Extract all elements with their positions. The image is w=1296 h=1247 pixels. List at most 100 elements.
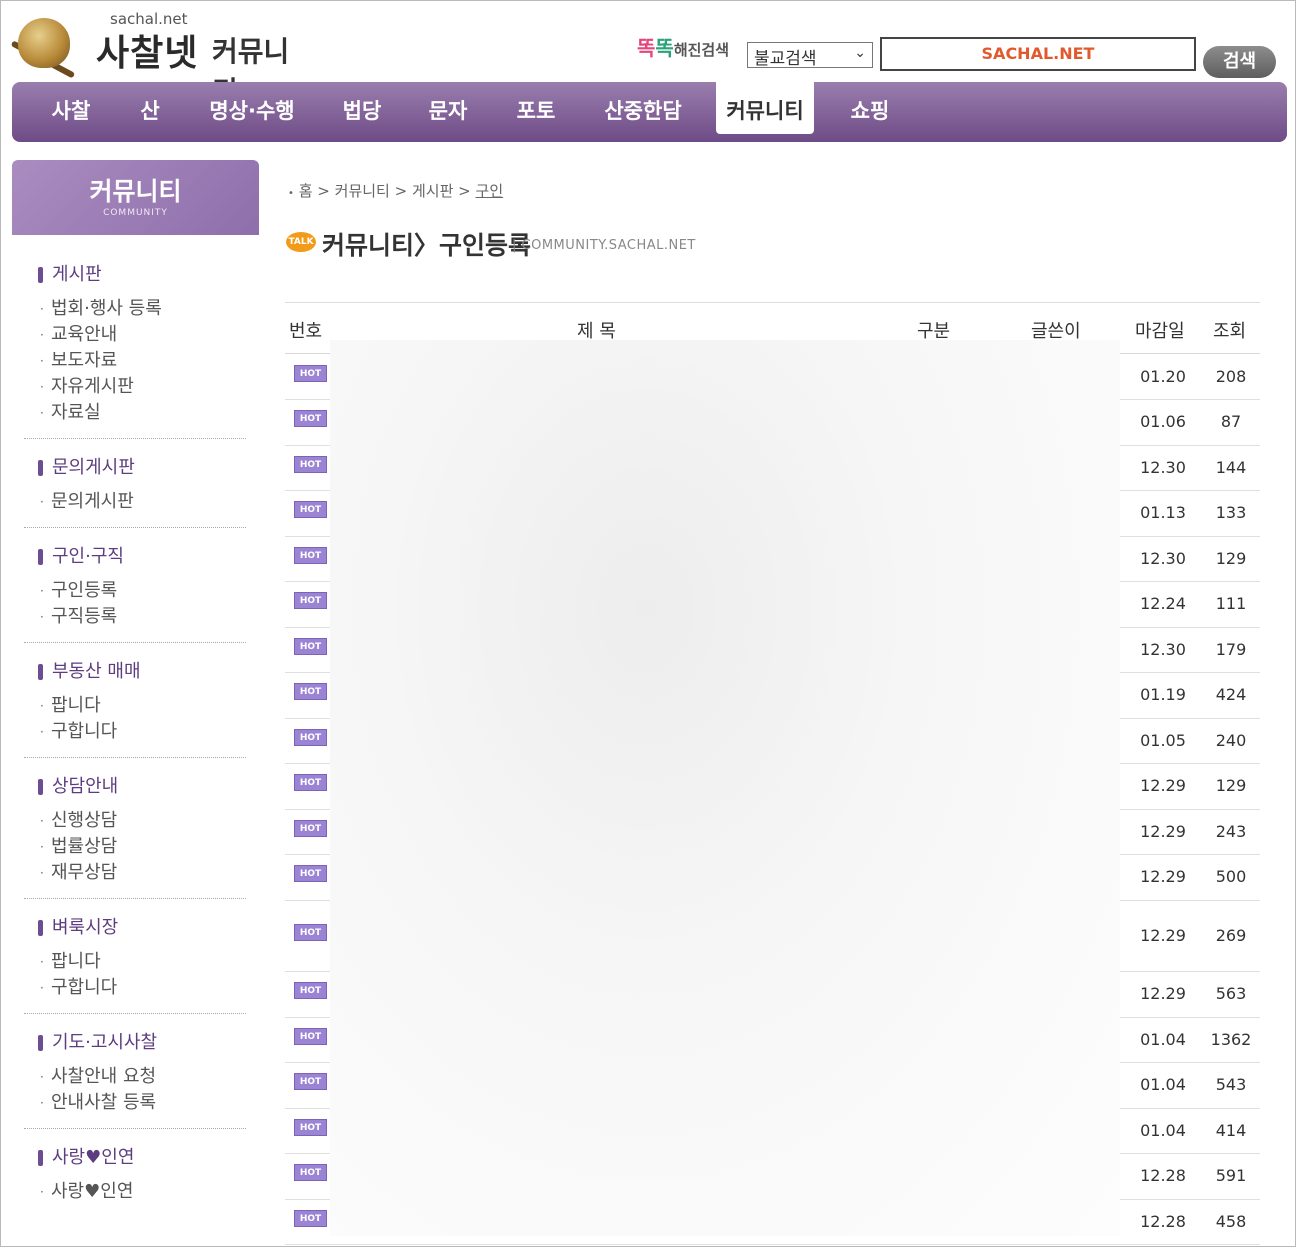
col-header-views: 조회 (1213, 321, 1247, 342)
sidebar-item-temple-register[interactable]: · 안내사찰 등록 (24, 1090, 246, 1116)
hot-badge: HOT (294, 501, 327, 518)
sidebar-item-hiring[interactable]: · 구인등록 (24, 578, 246, 604)
bullet-icon: · (40, 1185, 44, 1199)
breadcrumb-board[interactable]: 게시판 (412, 182, 453, 200)
hot-badge: HOT (294, 638, 327, 655)
views-cell: 543 (1215, 1075, 1247, 1094)
views-cell: 414 (1215, 1121, 1247, 1140)
sidebar-section-title[interactable]: 부동산 매매 (24, 659, 246, 685)
deadline-cell: 12.30 (1140, 458, 1186, 477)
breadcrumb-community[interactable]: 커뮤니티 (335, 182, 390, 200)
views-cell: 500 (1215, 867, 1247, 886)
sidebar-section-real-estate: 부동산 매매 · 팝니다 · 구합니다 (24, 659, 246, 758)
hot-badge: HOT (294, 1119, 327, 1136)
sidebar-item-faith-consult[interactable]: · 신행상담 (24, 808, 246, 834)
sidebar-banner-title: 커뮤니티 (89, 177, 182, 206)
deadline-cell: 12.28 (1140, 1212, 1186, 1231)
nav-item-temple[interactable]: 사찰 (40, 82, 102, 142)
nav-item-text[interactable]: 문자 (420, 82, 476, 142)
sidebar-section-title[interactable]: 기도·고시사찰 (24, 1030, 246, 1056)
views-cell: 111 (1215, 594, 1247, 613)
sidebar-item-selling[interactable]: · 팝니다 (24, 949, 246, 975)
sidebar-item-label: 자료실 (51, 402, 101, 423)
views-cell: 179 (1215, 640, 1247, 659)
sidebar-divider (24, 1013, 246, 1014)
sidebar-item-buying[interactable]: · 구합니다 (24, 719, 246, 745)
search-button[interactable]: 검색 (1203, 46, 1276, 78)
hot-badge: HOT (294, 1164, 327, 1181)
sidebar-item-education[interactable]: · 교육안내 (24, 322, 246, 348)
deadline-cell: 12.30 (1140, 640, 1186, 659)
nav-item-mountain[interactable]: 산 (132, 82, 168, 142)
hot-badge: HOT (294, 365, 327, 382)
sidebar-item-job-seeking[interactable]: · 구직등록 (24, 604, 246, 630)
sidebar-item-dharma-event[interactable]: · 법회·행사 등록 (24, 296, 246, 322)
nav-item-meditation[interactable]: 명상·수행 (202, 82, 302, 142)
views-cell: 563 (1215, 984, 1247, 1003)
sidebar-divider (24, 642, 246, 643)
views-cell: 1362 (1210, 1030, 1252, 1049)
sidebar-section-board: 게시판 · 법회·행사 등록 · 교육안내 · 보도자료 · 자유게시판 · 자료실 (24, 262, 246, 439)
sidebar-section-flea-market: 벼룩시장 · 팝니다 · 구합니다 (24, 915, 246, 1014)
bullet-icon: · (40, 380, 44, 394)
sidebar-divider (24, 1128, 246, 1129)
deadline-cell: 12.30 (1140, 549, 1186, 568)
hot-badge: HOT (294, 1073, 327, 1090)
sidebar-item-press[interactable]: · 보도자료 (24, 348, 246, 374)
sidebar-section-title[interactable]: 벼룩시장 (24, 915, 246, 941)
search-category-select[interactable]: 불교검색 ⌄ (747, 42, 873, 69)
sidebar-divider (24, 438, 246, 439)
nav-item-community[interactable]: 커뮤니티 (716, 82, 814, 134)
sidebar-item-finance-consult[interactable]: · 재무상담 (24, 860, 246, 886)
sidebar-item-buying[interactable]: · 구합니다 (24, 975, 246, 1001)
sidebar-item-selling[interactable]: · 팝니다 (24, 693, 246, 719)
sidebar-item-label: 사랑♥인연 (51, 1181, 134, 1202)
hot-badge: HOT (294, 1210, 327, 1227)
sidebar-item-label: 구직등록 (51, 606, 118, 627)
sidebar-item-archive[interactable]: · 자료실 (24, 400, 246, 426)
deadline-cell: 01.04 (1140, 1075, 1186, 1094)
nav-item-talk[interactable]: 산중한담 (600, 82, 686, 142)
breadcrumb-current[interactable]: 구인 (476, 182, 504, 200)
bullet-icon: · (40, 406, 44, 420)
nav-item-shopping[interactable]: 쇼핑 (844, 82, 896, 142)
chevron-down-icon: ⌄ (854, 45, 866, 61)
main-nav: 사찰 산 명상·수행 법당 문자 포토 산중한담 커뮤니티 쇼핑 (12, 82, 1287, 142)
sidebar-item-inquiry-board[interactable]: · 문의게시판 (24, 489, 246, 515)
bullet-icon: · (40, 584, 44, 598)
hot-badge: HOT (294, 865, 327, 882)
sidebar-item-temple-request[interactable]: · 사찰안내 요청 (24, 1064, 246, 1090)
sidebar-section-title[interactable]: 상담안내 (24, 774, 246, 800)
sidebar-section-title[interactable]: 사랑♥인연 (24, 1145, 246, 1171)
col-header-deadline: 마감일 (1135, 321, 1185, 342)
post-table: 번호 제 목 구분 글쓴이 마감일 조회 HOT 01.20 208 HOT 01.06… (285, 302, 1260, 1245)
sidebar-section-title[interactable]: 구인·구직 (24, 544, 246, 570)
sidebar-item-label: 사찰안내 요청 (51, 1066, 157, 1087)
breadcrumb-sep: > (394, 182, 408, 200)
moktak-icon (18, 18, 70, 68)
search-category-value: 불교검색 (754, 49, 817, 69)
sidebar-item-love[interactable]: · 사랑♥인연 (24, 1179, 246, 1205)
views-cell: 269 (1215, 926, 1247, 945)
sidebar-section-love: 사랑♥인연 · 사랑♥인연 (24, 1145, 246, 1205)
bullet-icon: · (40, 610, 44, 624)
sidebar-item-label: 팝니다 (51, 951, 101, 972)
nav-item-photo[interactable]: 포토 (508, 82, 564, 142)
sidebar-item-label: 팝니다 (51, 695, 101, 716)
sidebar-item-label: 법률상담 (51, 836, 118, 857)
breadcrumb-home[interactable]: 홈 (299, 182, 313, 200)
hot-badge: HOT (294, 982, 327, 999)
nav-item-dharma-hall[interactable]: 법당 (332, 82, 392, 142)
blurred-content-area (330, 340, 1120, 1236)
breadcrumb: • 홈 > 커뮤니티 > 게시판 > 구인 (288, 180, 503, 201)
sidebar-item-free-board[interactable]: · 자유게시판 (24, 374, 246, 400)
search-brand-tok2: 똑 (655, 36, 674, 60)
deadline-cell: 01.04 (1140, 1121, 1186, 1140)
sidebar-section-title[interactable]: 게시판 (24, 262, 246, 288)
hot-badge: HOT (294, 547, 327, 564)
sidebar-divider (24, 527, 246, 528)
sidebar-section-title[interactable]: 문의게시판 (24, 455, 246, 481)
search-input[interactable]: SACHAL.NET (880, 37, 1196, 71)
sidebar-divider (24, 757, 246, 758)
sidebar-item-legal-consult[interactable]: · 법률상담 (24, 834, 246, 860)
